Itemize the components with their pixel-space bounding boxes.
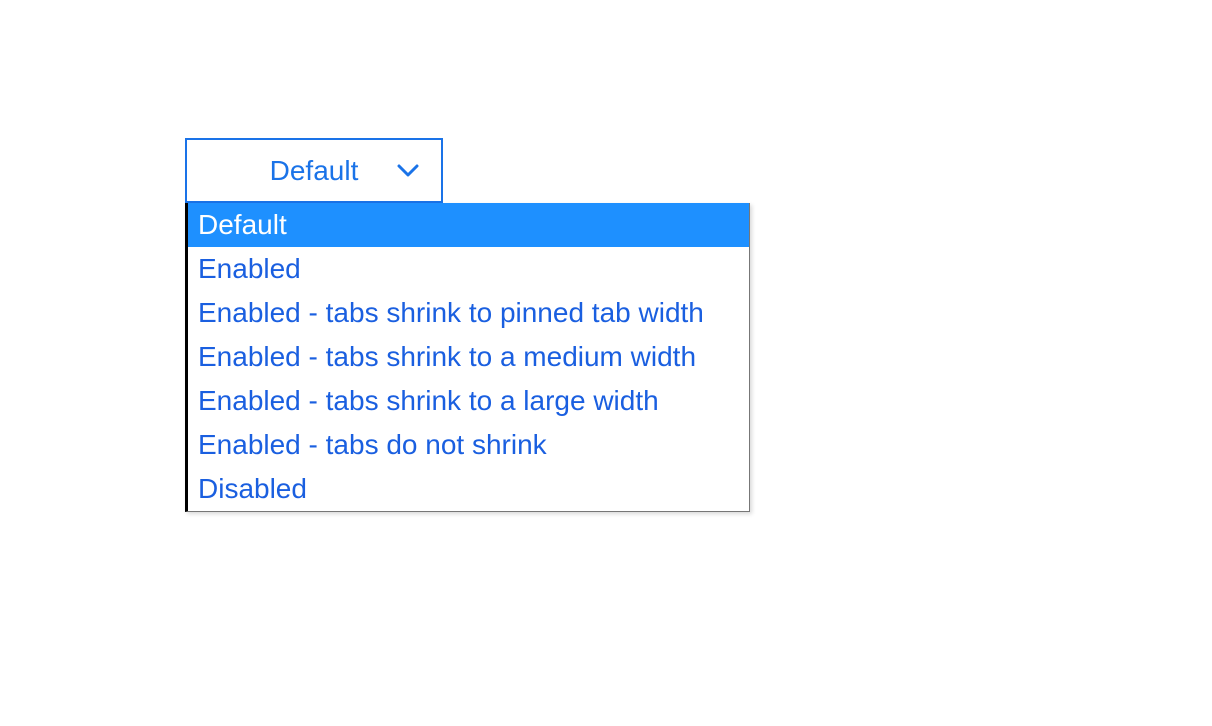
dropdown-option[interactable]: Enabled - tabs shrink to a large width — [188, 379, 749, 423]
dropdown-option[interactable]: Enabled - tabs do not shrink — [188, 423, 749, 467]
select-current-value: Default — [270, 155, 359, 187]
dropdown-option[interactable]: Enabled — [188, 247, 749, 291]
dropdown-option[interactable]: Default — [188, 203, 749, 247]
dropdown-option[interactable]: Disabled — [188, 467, 749, 511]
select-button[interactable]: Default — [185, 138, 443, 203]
dropdown-listbox[interactable]: Default Enabled Enabled - tabs shrink to… — [185, 203, 750, 512]
dropdown-container: Default Default Enabled Enabled - tabs s… — [185, 138, 443, 203]
dropdown-option[interactable]: Enabled - tabs shrink to pinned tab widt… — [188, 291, 749, 335]
chevron-down-icon — [397, 164, 419, 178]
dropdown-option[interactable]: Enabled - tabs shrink to a medium width — [188, 335, 749, 379]
